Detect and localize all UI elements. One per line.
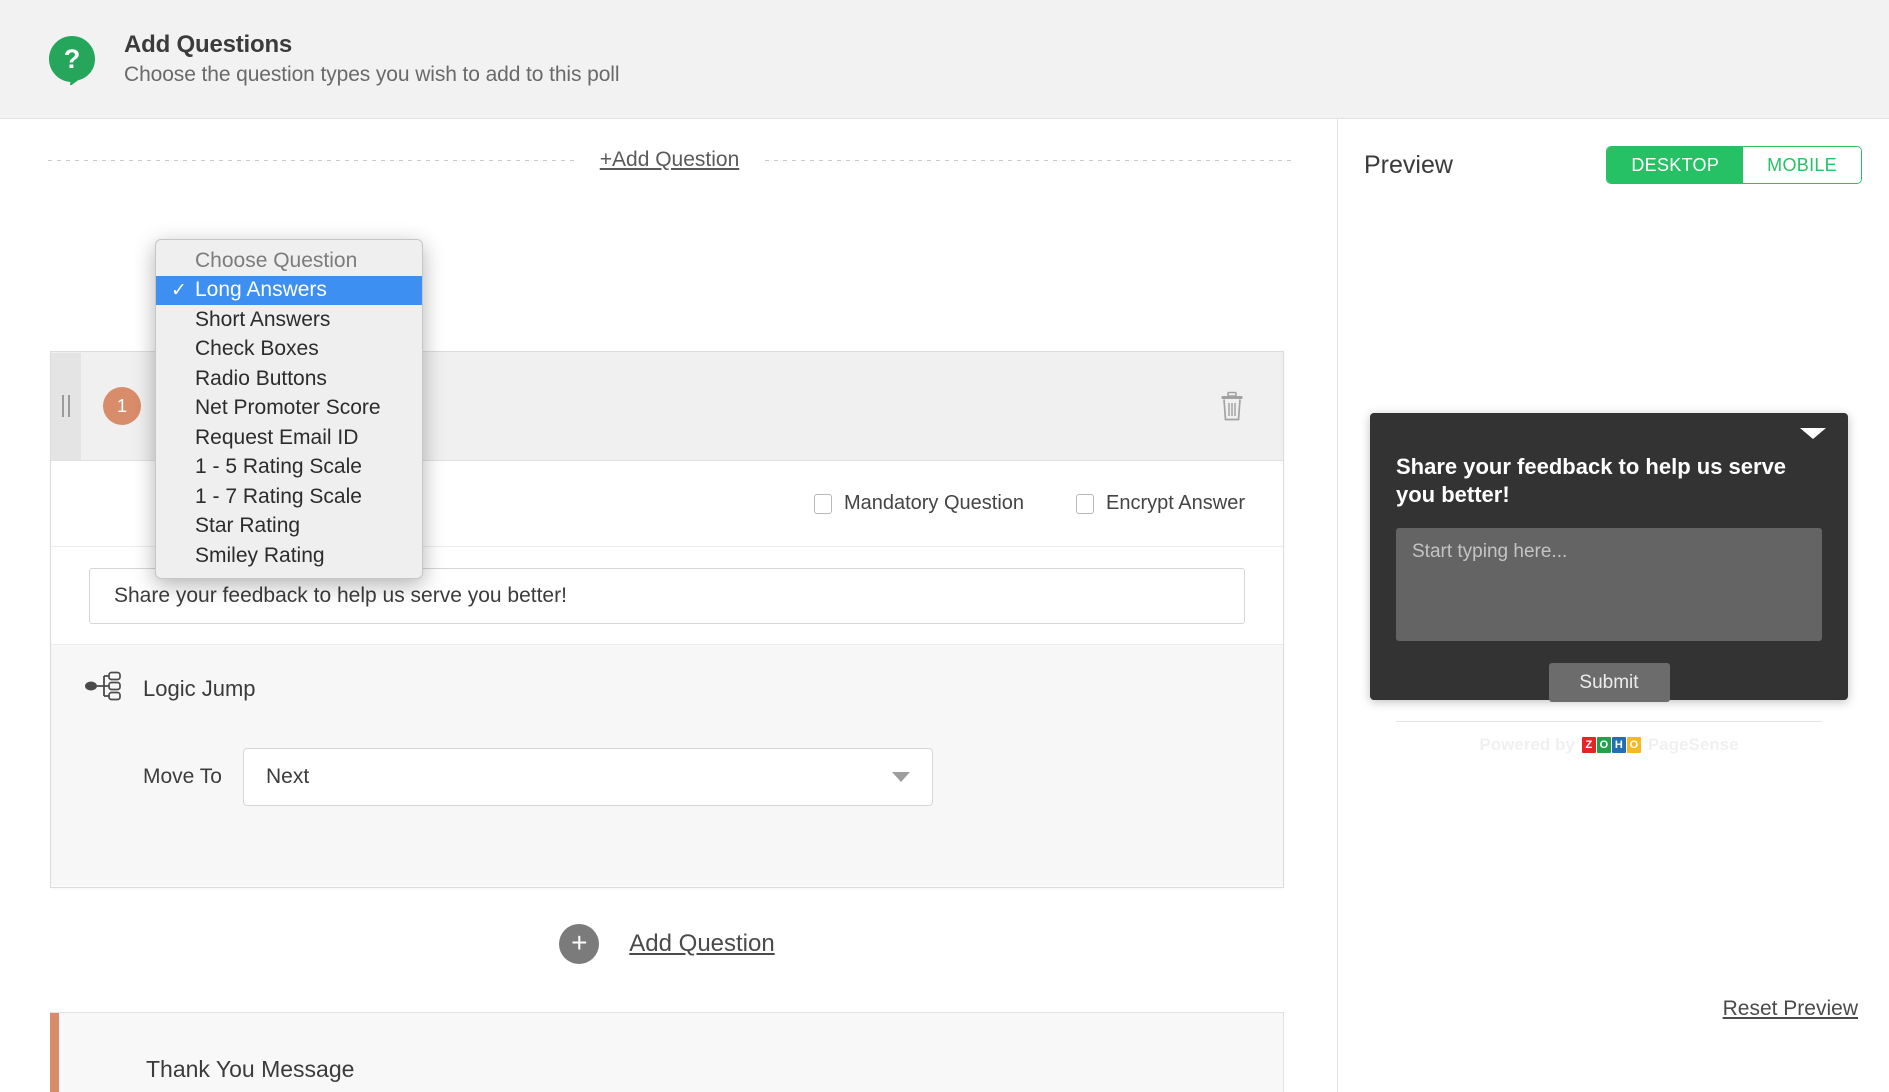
zoho-letter-z: Z (1582, 737, 1596, 753)
preview-title: Preview (1364, 151, 1453, 180)
encrypt-answer-label: Encrypt Answer (1106, 492, 1245, 515)
question-type-dropdown[interactable]: Choose Question ✓ Long Answers Short Answe… (155, 239, 423, 579)
dropdown-item-check-boxes[interactable]: Check Boxes (156, 335, 422, 365)
logic-jump-icon (85, 671, 121, 706)
thank-you-accent-bar (50, 1013, 59, 1092)
question-bubble-icon: ? (46, 33, 98, 85)
dropdown-item-label: Net Promoter Score (195, 396, 381, 420)
dropdown-item-radio-buttons[interactable]: Radio Buttons (156, 364, 422, 394)
app-root: ? Add Questions Choose the question type… (0, 0, 1889, 1092)
powered-by-label: Powered by (1479, 735, 1574, 755)
zoho-logo-icon: Z O H O (1582, 737, 1641, 753)
page-subtitle: Choose the question types you wish to ad… (124, 63, 619, 87)
dropdown-placeholder: Choose Question (156, 246, 422, 276)
plus-circle-icon[interactable]: + (559, 924, 599, 964)
move-to-value: Next (266, 765, 309, 789)
dropdown-item-star-rating[interactable]: Star Rating (156, 512, 422, 542)
move-to-select[interactable]: Next (243, 748, 933, 806)
add-question-bottom-link[interactable]: Add Question (629, 930, 774, 958)
widget-question-title: Share your feedback to help us serve you… (1396, 453, 1822, 508)
widget-divider (1396, 721, 1822, 722)
dropdown-item-1-7-rating-scale[interactable]: 1 - 7 Rating Scale (156, 482, 422, 512)
widget-submit-button[interactable]: Submit (1549, 663, 1670, 702)
move-to-label: Move To (143, 765, 243, 789)
svg-text:?: ? (64, 44, 81, 74)
divider-left (48, 160, 574, 161)
drag-handle-icon[interactable] (51, 353, 81, 460)
poll-preview-widget: Share your feedback to help us serve you… (1370, 413, 1848, 700)
toggle-mobile[interactable]: MOBILE (1743, 147, 1861, 183)
dropdown-item-smiley-rating[interactable]: Smiley Rating (156, 541, 422, 571)
dropdown-item-label: Check Boxes (195, 337, 319, 361)
dropdown-item-1-5-rating-scale[interactable]: 1 - 5 Rating Scale (156, 453, 422, 483)
logic-jump-header: Logic Jump (51, 645, 1283, 706)
page-title: Add Questions (124, 31, 619, 59)
dropdown-item-label: Request Email ID (195, 426, 358, 450)
reset-preview-link[interactable]: Reset Preview (1723, 997, 1858, 1021)
dropdown-list: ✓ Long Answers Short Answers Check Boxes Rad… (156, 276, 422, 571)
dropdown-item-label: Short Answers (195, 308, 330, 332)
thank-you-label: Thank You Message (146, 1056, 354, 1083)
dropdown-item-label: Long Answers (195, 278, 327, 302)
thank-you-card[interactable]: Thank You Message (50, 1012, 1284, 1092)
checkbox-box (1076, 494, 1094, 514)
dropdown-item-net-promoter-score[interactable]: Net Promoter Score (156, 394, 422, 424)
checkbox-box (814, 494, 832, 514)
dropdown-item-label: Radio Buttons (195, 367, 327, 391)
add-question-top-link[interactable]: +Add Question (574, 148, 766, 172)
zoho-letter-h: H (1612, 737, 1626, 753)
zoho-letter-o2: O (1627, 737, 1641, 753)
add-question-bottom-row: + Add Question (50, 914, 1284, 974)
preview-device-toggle: DESKTOP MOBILE (1606, 146, 1862, 184)
widget-footer: Powered by Z O H O PageSense (1396, 735, 1822, 755)
chevron-down-icon[interactable] (1800, 428, 1826, 439)
encrypt-answer-checkbox[interactable]: Encrypt Answer (1076, 492, 1245, 515)
divider-right (765, 160, 1291, 161)
preview-header: Preview DESKTOP MOBILE (1364, 140, 1862, 190)
dropdown-item-label: Smiley Rating (195, 544, 325, 568)
zoho-letter-o1: O (1597, 737, 1611, 753)
add-question-top-row: +Add Question (48, 140, 1291, 180)
logic-jump-title: Logic Jump (143, 676, 256, 702)
dropdown-item-label: 1 - 5 Rating Scale (195, 455, 362, 479)
dropdown-item-label: 1 - 7 Rating Scale (195, 485, 362, 509)
dropdown-item-short-answers[interactable]: Short Answers (156, 305, 422, 335)
mandatory-question-checkbox[interactable]: Mandatory Question (814, 492, 1024, 515)
header-text-group: Add Questions Choose the question types … (124, 31, 619, 87)
dropdown-item-request-email-id[interactable]: Request Email ID (156, 423, 422, 453)
question-number-badge: 1 (103, 387, 141, 425)
move-to-row: Move To Next (51, 748, 1283, 806)
toggle-desktop[interactable]: DESKTOP (1607, 147, 1743, 183)
check-icon: ✓ (171, 279, 187, 302)
chevron-down-icon (892, 772, 910, 782)
mandatory-question-label: Mandatory Question (844, 492, 1024, 515)
widget-answer-input[interactable]: Start typing here... (1396, 528, 1822, 641)
brand-name-label: PageSense (1648, 735, 1739, 755)
dropdown-item-label: Star Rating (195, 514, 300, 538)
preview-panel: Preview DESKTOP MOBILE Share your feedba… (1338, 119, 1888, 1092)
page-header: ? Add Questions Choose the question type… (0, 0, 1889, 119)
logic-jump-section: Logic Jump Move To Next (51, 644, 1283, 886)
trash-icon[interactable] (1219, 391, 1245, 421)
dropdown-item-long-answers[interactable]: ✓ Long Answers (156, 276, 422, 306)
